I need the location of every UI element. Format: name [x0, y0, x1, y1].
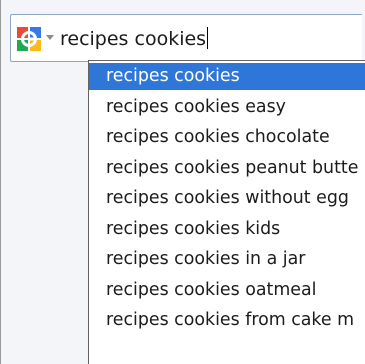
- suggestion-item[interactable]: recipes cookies in a jar: [89, 246, 365, 273]
- suggestion-item[interactable]: recipes cookies: [89, 63, 365, 90]
- suggestion-item[interactable]: recipes cookies oatmeal: [89, 277, 365, 304]
- suggestion-item[interactable]: recipes cookies without egg: [89, 185, 365, 212]
- search-query: recipes cookies: [60, 28, 207, 50]
- engine-dropdown-icon[interactable]: [46, 35, 54, 40]
- suggestion-dropdown: recipes cookies recipes cookies easy rec…: [88, 60, 365, 364]
- suggestion-item[interactable]: recipes cookies from cake m: [89, 307, 365, 334]
- suggestion-item[interactable]: recipes cookies easy: [89, 94, 365, 121]
- text-caret: [207, 27, 209, 49]
- google-g-icon[interactable]: [16, 26, 42, 52]
- suggestion-item[interactable]: recipes cookies kids: [89, 216, 365, 243]
- suggestion-item[interactable]: recipes cookies peanut butte: [89, 155, 365, 182]
- search-input[interactable]: recipes cookies: [60, 27, 209, 51]
- suggestion-item[interactable]: recipes cookies chocolate: [89, 124, 365, 151]
